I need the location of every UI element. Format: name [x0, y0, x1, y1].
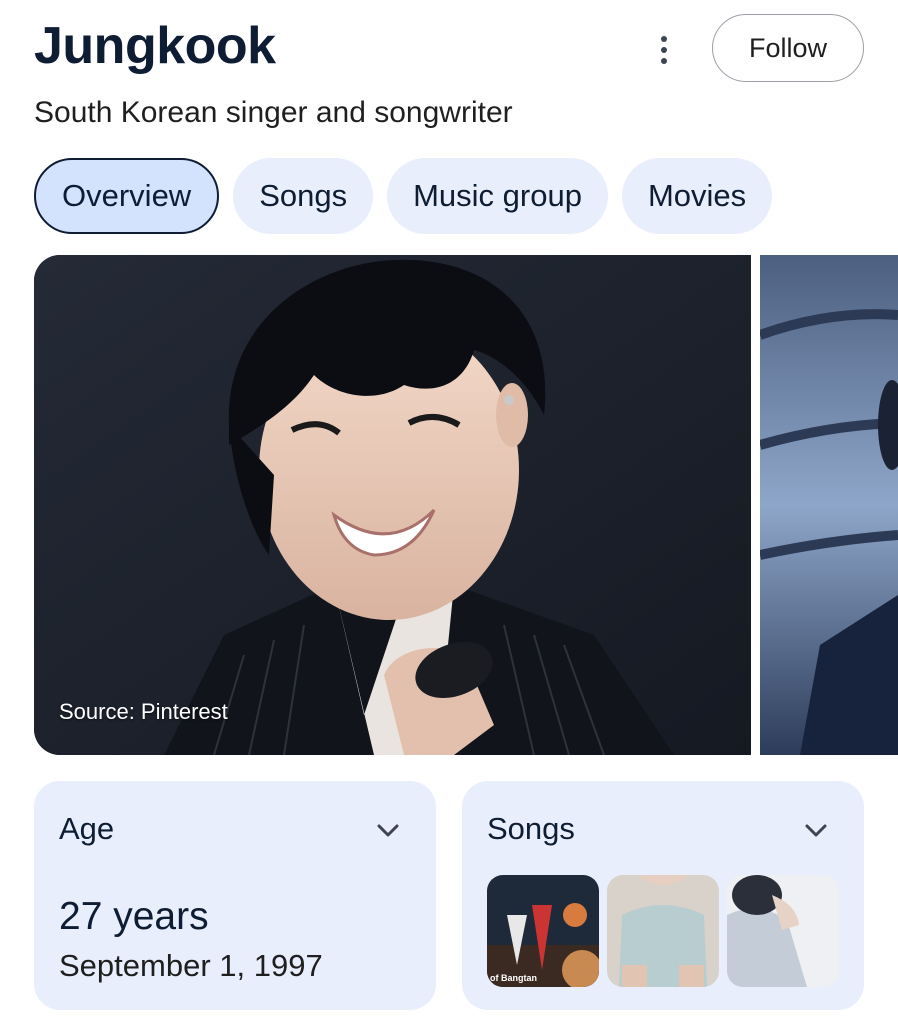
- page-subtitle: South Korean singer and songwriter: [34, 96, 513, 129]
- follow-button[interactable]: Follow: [712, 14, 864, 82]
- song-thumbnail-image: [607, 875, 719, 987]
- age-card[interactable]: Age 27 years September 1, 1997: [34, 781, 436, 1010]
- more-options-icon[interactable]: [654, 30, 674, 70]
- tab-movies[interactable]: Movies: [621, 158, 773, 234]
- chevron-down-icon[interactable]: [804, 819, 828, 843]
- page-title: Jungkook: [34, 17, 276, 75]
- image-source-label: Source: Pinterest: [59, 699, 228, 724]
- knowledge-panel-header: Jungkook Follow: [34, 14, 864, 94]
- song-thumbnail-image: [727, 875, 839, 987]
- tab-bar: Overview Songs Music group Movies: [34, 158, 773, 234]
- song-thumbnail[interactable]: [607, 875, 719, 987]
- birth-date: September 1, 1997: [59, 948, 323, 983]
- song-thumbnails: of Bangtan: [487, 875, 839, 987]
- more-dot-icon: [661, 36, 667, 42]
- chevron-down-icon[interactable]: [376, 819, 400, 843]
- tab-overview[interactable]: Overview: [34, 158, 220, 234]
- main-photo[interactable]: Source: Pinterest: [34, 255, 751, 755]
- tab-songs[interactable]: Songs: [233, 158, 374, 234]
- age-card-title: Age: [59, 811, 115, 846]
- thumbnail-caption: of Bangtan: [490, 973, 537, 983]
- secondary-image: [760, 255, 898, 755]
- song-thumbnail[interactable]: [727, 875, 839, 987]
- age-value: 27 years: [59, 895, 209, 938]
- portrait-image: [34, 255, 751, 755]
- song-thumbnail-image: [487, 875, 599, 987]
- songs-card-title: Songs: [487, 811, 575, 846]
- tab-music-group[interactable]: Music group: [387, 158, 608, 234]
- songs-card[interactable]: Songs of Bangtan: [462, 781, 864, 1010]
- song-thumbnail[interactable]: of Bangtan: [487, 875, 599, 987]
- more-dot-icon: [661, 58, 667, 64]
- secondary-photo[interactable]: [760, 255, 898, 755]
- more-dot-icon: [661, 47, 667, 53]
